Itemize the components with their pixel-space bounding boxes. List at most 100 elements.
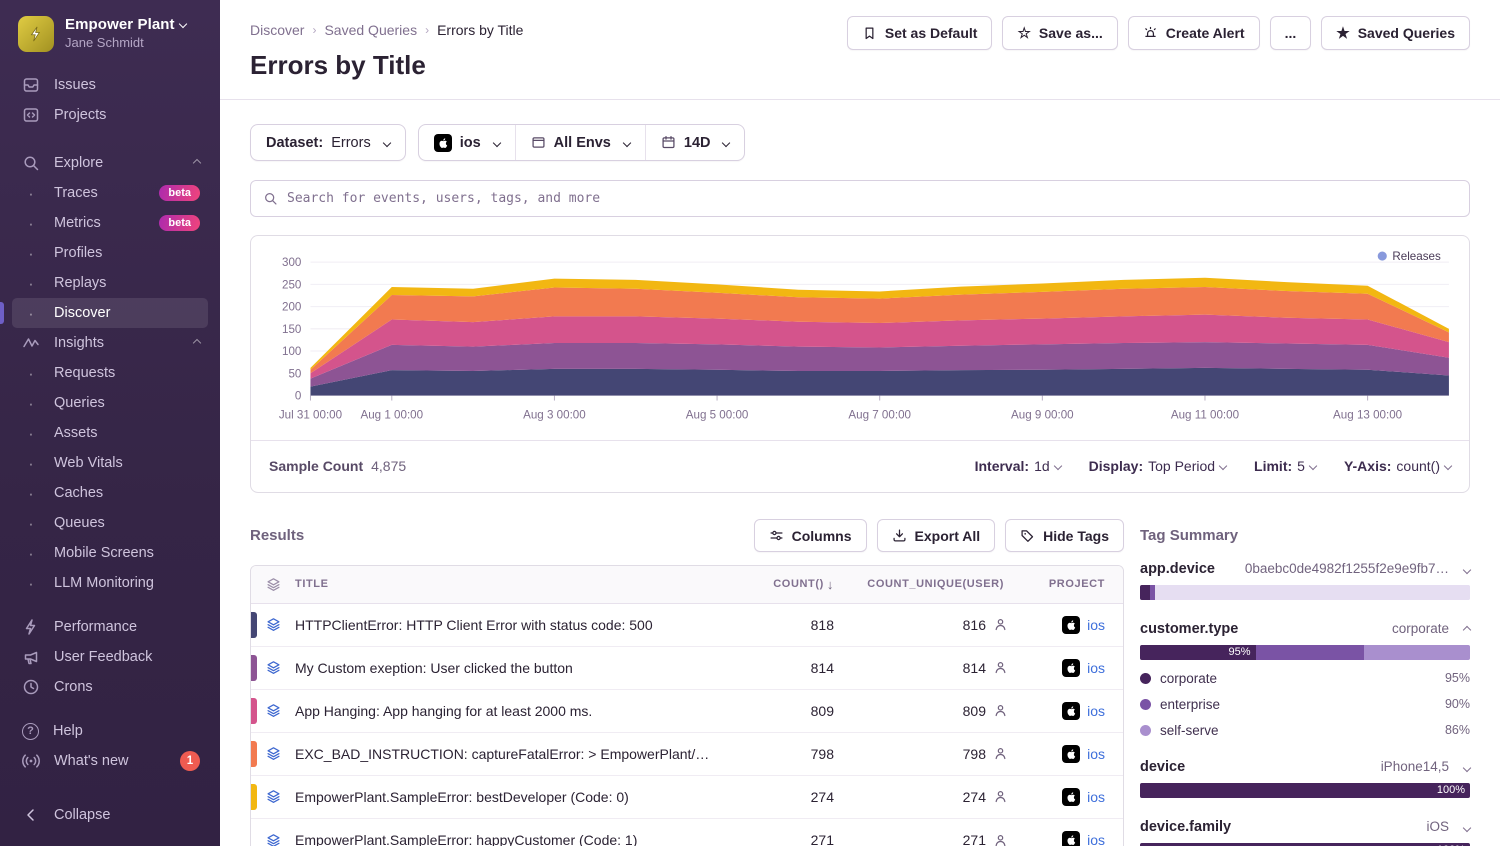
sidebar-item-issues[interactable]: Issues xyxy=(12,70,208,100)
tag-header[interactable]: device iPhone14,5 xyxy=(1140,759,1470,775)
org-switcher[interactable]: Empower Plant Jane Schmidt xyxy=(0,0,220,66)
interval-selector[interactable]: Interval:1d xyxy=(975,458,1061,474)
tag-distribution-bar[interactable] xyxy=(1140,585,1470,600)
row-count-unique: 814 xyxy=(963,660,986,676)
create-alert-button[interactable]: Create Alert xyxy=(1128,16,1260,50)
column-header-count-unique[interactable]: COUNT_UNIQUE(USER) xyxy=(838,578,1008,590)
limit-selector[interactable]: Limit:5 xyxy=(1254,458,1316,474)
project-link[interactable]: ios xyxy=(1087,703,1105,719)
sidebar-section-insights[interactable]: Insights xyxy=(12,328,208,358)
set-as-default-button[interactable]: Set as Default xyxy=(847,16,993,50)
columns-button[interactable]: Columns xyxy=(754,519,867,552)
row-count: 798 xyxy=(728,746,838,762)
sidebar-item-performance[interactable]: Performance xyxy=(12,612,208,642)
user-icon xyxy=(993,789,1008,804)
dataset-selector[interactable]: Dataset: Errors xyxy=(250,124,406,161)
tag-summary-panel: Tag Summary app.device 0baebc0de4982f125… xyxy=(1140,519,1470,846)
tag-legend: corporate 95% enterprise 90% self-serve … xyxy=(1140,671,1470,738)
sidebar-item-queries[interactable]: ·Queries xyxy=(12,388,208,418)
tag-legend-item[interactable]: enterprise 90% xyxy=(1140,697,1470,712)
project-link[interactable]: ios xyxy=(1087,789,1105,805)
sidebar-item-replays[interactable]: · Replays xyxy=(12,268,208,298)
stack-icon[interactable] xyxy=(266,703,281,718)
bullet-icon: · xyxy=(22,395,40,412)
date-range-filter[interactable]: 14D xyxy=(645,125,745,160)
sidebar-item-help[interactable]: ? Help xyxy=(12,716,208,746)
project-link[interactable]: ios xyxy=(1087,660,1105,676)
row-title[interactable]: EXC_BAD_INSTRUCTION: captureFatalError: … xyxy=(295,746,728,762)
stack-icon[interactable] xyxy=(266,789,281,804)
tag-legend-item[interactable]: self-serve 86% xyxy=(1140,723,1470,738)
tag-header[interactable]: app.device 0baebc0de4982f1255f2e9e9fb7… xyxy=(1140,561,1470,577)
stack-icon[interactable] xyxy=(266,833,281,846)
row-title[interactable]: EmpowerPlant.SampleError: bestDeveloper … xyxy=(295,789,728,805)
yaxis-selector[interactable]: Y-Axis:count() xyxy=(1344,458,1451,474)
calendar-icon xyxy=(661,135,676,150)
save-as-button[interactable]: ☆ Save as... xyxy=(1002,16,1117,50)
tag-distribution-bar[interactable]: 100% xyxy=(1140,783,1470,798)
sidebar-collapse-button[interactable]: Collapse xyxy=(12,800,208,830)
sidebar-item-user-feedback[interactable]: User Feedback xyxy=(12,642,208,672)
table-row: HTTPClientError: HTTP Client Error with … xyxy=(251,604,1123,647)
help-icon: ? xyxy=(22,723,39,740)
stack-icon[interactable] xyxy=(266,617,281,632)
column-header-project[interactable]: PROJECT xyxy=(1008,578,1123,590)
sidebar-item-caches[interactable]: ·Caches xyxy=(12,478,208,508)
tag-header[interactable]: customer.type corporate xyxy=(1140,621,1470,637)
legend-dot xyxy=(1140,673,1151,684)
apple-icon xyxy=(1062,659,1080,677)
row-title[interactable]: My Custom exeption: User clicked the but… xyxy=(295,660,728,676)
row-count: 271 xyxy=(728,832,838,846)
search-input[interactable] xyxy=(287,191,1457,206)
sidebar-item-crons[interactable]: Crons xyxy=(12,672,208,702)
sidebar-item-metrics[interactable]: · Metrics beta xyxy=(12,208,208,238)
tag-distribution-bar[interactable]: 95% xyxy=(1140,645,1470,660)
column-header-count[interactable]: COUNT()↓ xyxy=(728,577,838,592)
project-link[interactable]: ios xyxy=(1087,746,1105,762)
stacked-area-chart[interactable]: 050100150200250300Jul 31 00:00Aug 1 00:0… xyxy=(251,236,1469,440)
star-outline-icon: ☆ xyxy=(1017,26,1030,41)
sidebar-item-discover[interactable]: · Discover xyxy=(12,298,208,328)
performance-icon xyxy=(22,618,40,636)
breadcrumb-saved-queries[interactable]: Saved Queries xyxy=(324,22,417,38)
sidebar-item-web-vitals[interactable]: ·Web Vitals xyxy=(12,448,208,478)
stack-icon[interactable] xyxy=(266,746,281,761)
svg-text:300: 300 xyxy=(282,256,301,269)
sidebar-item-whats-new[interactable]: What's new 1 xyxy=(12,746,208,776)
environment-filter[interactable]: All Envs xyxy=(515,125,645,160)
column-header-title[interactable]: TITLE xyxy=(295,578,728,590)
sidebar-item-assets[interactable]: ·Assets xyxy=(12,418,208,448)
stack-icon[interactable] xyxy=(266,660,281,675)
project-link[interactable]: ios xyxy=(1087,832,1105,846)
project-filter[interactable]: ios xyxy=(419,125,515,160)
row-title[interactable]: App Hanging: App hanging for at least 20… xyxy=(295,703,728,719)
sidebar-nav: Issues Projects Explore · Traces beta · … xyxy=(0,66,220,800)
svg-text:Aug 1 00:00: Aug 1 00:00 xyxy=(360,409,423,422)
sidebar-item-projects[interactable]: Projects xyxy=(12,100,208,130)
breadcrumb-discover[interactable]: Discover xyxy=(250,22,304,38)
sidebar-item-mobile-screens[interactable]: ·Mobile Screens xyxy=(12,538,208,568)
org-name[interactable]: Empower Plant xyxy=(65,16,186,33)
sidebar-section-explore[interactable]: Explore xyxy=(12,148,208,178)
tag-header[interactable]: device.family iOS xyxy=(1140,819,1470,835)
sidebar-item-queues[interactable]: ·Queues xyxy=(12,508,208,538)
sidebar-item-profiles[interactable]: · Profiles xyxy=(12,238,208,268)
chart-svg: 050100150200250300Jul 31 00:00Aug 1 00:0… xyxy=(265,248,1455,436)
project-link[interactable]: ios xyxy=(1087,617,1105,633)
row-title[interactable]: HTTPClientError: HTTP Client Error with … xyxy=(295,617,728,633)
tag-legend-item[interactable]: corporate 95% xyxy=(1140,671,1470,686)
sidebar-item-requests[interactable]: ·Requests xyxy=(12,358,208,388)
sidebar-item-traces[interactable]: · Traces beta xyxy=(12,178,208,208)
row-title[interactable]: EmpowerPlant.SampleError: happyCustomer … xyxy=(295,832,728,846)
svg-text:Aug 7 00:00: Aug 7 00:00 xyxy=(848,409,911,422)
more-options-button[interactable]: ... xyxy=(1270,16,1312,50)
sort-descending-icon: ↓ xyxy=(827,577,834,592)
display-selector[interactable]: Display:Top Period xyxy=(1089,458,1226,474)
export-all-button[interactable]: Export All xyxy=(877,519,996,552)
page-content: Dataset: Errors ios All Envs xyxy=(220,100,1500,846)
legend-dot xyxy=(1140,699,1151,710)
saved-queries-button[interactable]: ★ Saved Queries xyxy=(1321,16,1470,50)
sidebar-item-llm-monitoring[interactable]: ·LLM Monitoring xyxy=(12,568,208,598)
hide-tags-button[interactable]: Hide Tags xyxy=(1005,519,1124,552)
chevron-down-icon xyxy=(1463,566,1471,574)
